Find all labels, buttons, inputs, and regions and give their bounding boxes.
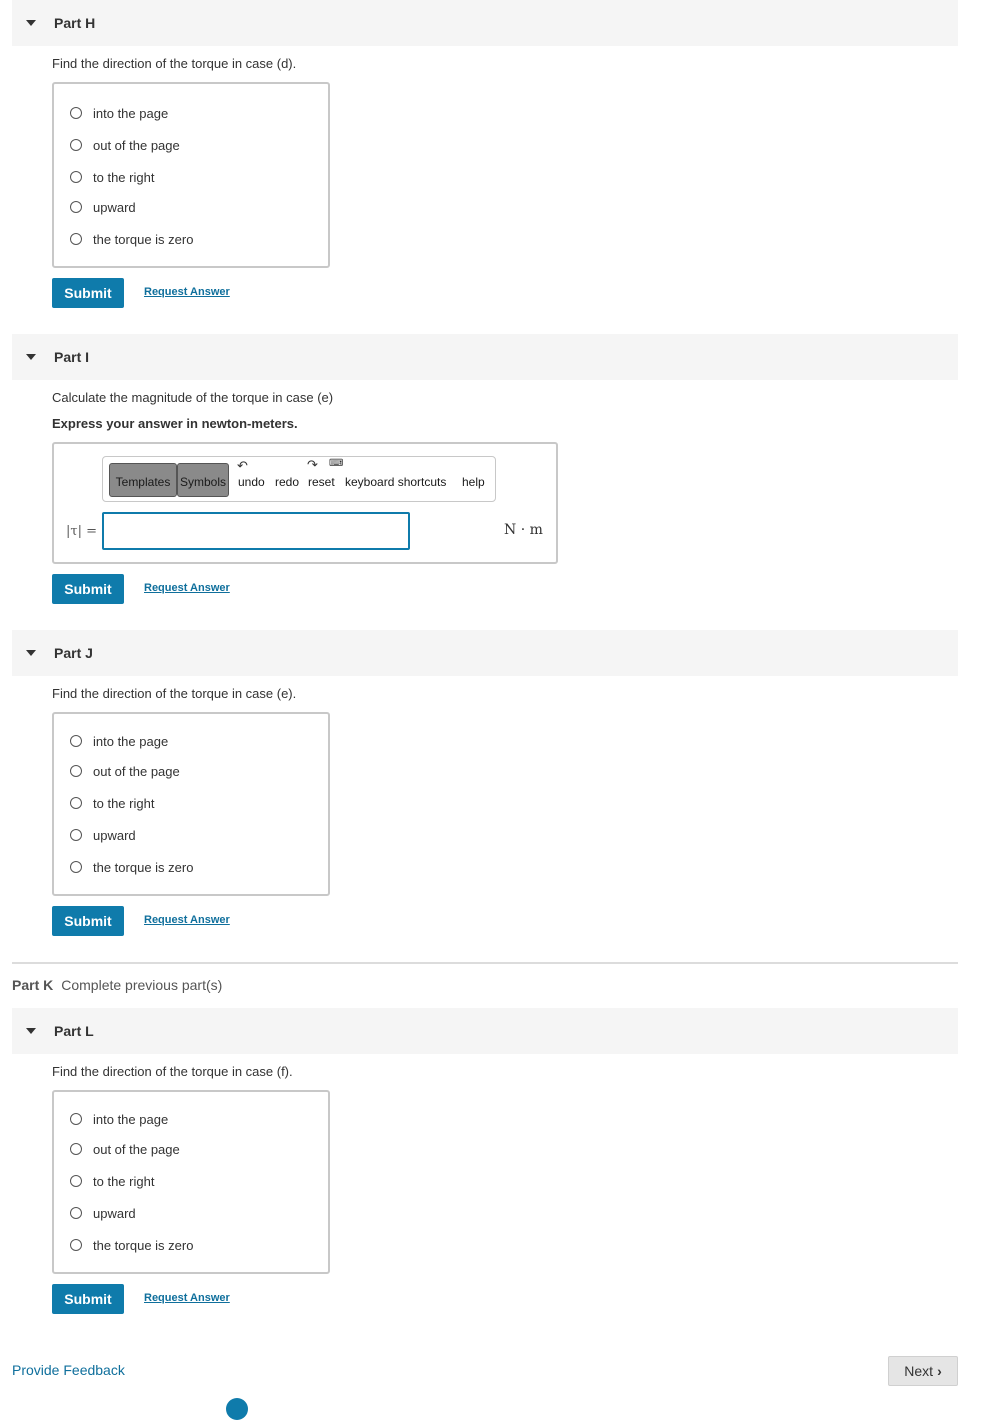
part-j-header[interactable]: Part J bbox=[12, 630, 958, 676]
part-i-request-answer-link[interactable]: Request Answer bbox=[144, 582, 230, 594]
part-h-header[interactable]: Part H bbox=[12, 0, 958, 46]
radio-icon[interactable] bbox=[70, 201, 82, 213]
chevron-right-icon: › bbox=[937, 1363, 942, 1379]
part-h-choices: into the page out of the page to the rig… bbox=[52, 82, 330, 268]
part-l-choice-out[interactable]: out of the page bbox=[70, 1139, 180, 1159]
radio-icon[interactable] bbox=[70, 797, 82, 809]
part-h-choice-zero[interactable]: the torque is zero bbox=[70, 229, 193, 249]
part-h-request-answer-link[interactable]: Request Answer bbox=[144, 286, 230, 298]
radio-icon[interactable] bbox=[70, 829, 82, 841]
part-i-title: Part I bbox=[54, 349, 90, 365]
part-j-choice-zero[interactable]: the torque is zero bbox=[70, 857, 193, 877]
templates-button[interactable]: Templates bbox=[109, 463, 177, 497]
part-l-choice-zero[interactable]: the torque is zero bbox=[70, 1235, 193, 1255]
part-l-header[interactable]: Part L bbox=[12, 1008, 958, 1054]
undo-button[interactable]: undo bbox=[238, 475, 265, 489]
section-divider bbox=[12, 962, 958, 964]
part-j-choice-out[interactable]: out of the page bbox=[70, 761, 180, 781]
tau-magnitude-label: |τ| = bbox=[66, 524, 97, 539]
part-i-instruction: Express your answer in newton-meters. bbox=[52, 416, 298, 431]
answer-box: Templates Symbols ↶ ↷ ⌨ undo redo reset … bbox=[52, 442, 558, 564]
part-i-submit-button[interactable]: Submit bbox=[52, 574, 124, 604]
part-j-choice-into[interactable]: into the page bbox=[70, 731, 168, 751]
math-toolbar: Templates Symbols ↶ ↷ ⌨ undo redo reset … bbox=[102, 456, 496, 502]
radio-icon[interactable] bbox=[70, 171, 82, 183]
part-h-choice-out[interactable]: out of the page bbox=[70, 135, 180, 155]
part-l-choice-into[interactable]: into the page bbox=[70, 1109, 168, 1129]
next-label: Next bbox=[904, 1363, 934, 1379]
radio-icon[interactable] bbox=[70, 1143, 82, 1155]
part-i-prompt: Calculate the magnitude of the torque in… bbox=[52, 390, 334, 405]
part-j-submit-button[interactable]: Submit bbox=[52, 906, 124, 936]
part-j-choices: into the page out of the page to the rig… bbox=[52, 712, 330, 896]
torque-magnitude-input[interactable] bbox=[102, 512, 410, 550]
radio-icon[interactable] bbox=[70, 735, 82, 747]
next-button[interactable]: Next › bbox=[888, 1356, 958, 1386]
collapse-caret-icon[interactable] bbox=[26, 1028, 36, 1034]
radio-icon[interactable] bbox=[70, 233, 82, 245]
part-j-prompt: Find the direction of the torque in case… bbox=[52, 686, 297, 701]
radio-icon[interactable] bbox=[70, 1113, 82, 1125]
part-h-choice-right[interactable]: to the right bbox=[70, 167, 154, 187]
part-j-choice-upward[interactable]: upward bbox=[70, 825, 136, 845]
reset-button[interactable]: reset bbox=[308, 475, 335, 489]
radio-icon[interactable] bbox=[70, 139, 82, 151]
part-l-choice-upward[interactable]: upward bbox=[70, 1203, 136, 1223]
radio-icon[interactable] bbox=[70, 1207, 82, 1219]
symbols-button[interactable]: Symbols bbox=[177, 463, 229, 497]
part-h-choice-upward[interactable]: upward bbox=[70, 197, 136, 217]
part-l-title: Part L bbox=[54, 1023, 94, 1039]
keyboard-shortcuts-button[interactable]: keyboard shortcuts bbox=[345, 475, 446, 489]
collapse-caret-icon[interactable] bbox=[26, 354, 36, 360]
help-button[interactable]: help bbox=[462, 475, 485, 489]
part-j-title: Part J bbox=[54, 645, 93, 661]
part-k-title: Part K bbox=[12, 977, 54, 993]
radio-icon[interactable] bbox=[70, 1239, 82, 1251]
part-l-prompt: Find the direction of the torque in case… bbox=[52, 1064, 293, 1079]
radio-icon[interactable] bbox=[70, 1175, 82, 1187]
part-h-prompt: Find the direction of the torque in case… bbox=[52, 56, 297, 71]
part-h-choice-into[interactable]: into the page bbox=[70, 103, 168, 123]
collapse-caret-icon[interactable] bbox=[26, 20, 36, 26]
part-l-choices: into the page out of the page to the rig… bbox=[52, 1090, 330, 1274]
radio-icon[interactable] bbox=[70, 107, 82, 119]
part-i-header[interactable]: Part I bbox=[12, 334, 958, 380]
radio-icon[interactable] bbox=[70, 765, 82, 777]
part-h-title: Part H bbox=[54, 15, 96, 31]
collapse-caret-icon[interactable] bbox=[26, 650, 36, 656]
part-l-choice-right[interactable]: to the right bbox=[70, 1171, 154, 1191]
provide-feedback-link[interactable]: Provide Feedback bbox=[12, 1362, 125, 1378]
help-bubble-icon[interactable] bbox=[226, 1398, 248, 1420]
redo-button[interactable]: redo bbox=[275, 475, 299, 489]
units-label: N · m bbox=[504, 522, 543, 538]
part-j-choice-right[interactable]: to the right bbox=[70, 793, 154, 813]
part-k-status: Complete previous part(s) bbox=[61, 977, 223, 993]
part-j-request-answer-link[interactable]: Request Answer bbox=[144, 914, 230, 926]
radio-icon[interactable] bbox=[70, 861, 82, 873]
part-h-submit-button[interactable]: Submit bbox=[52, 278, 124, 308]
undo-icon: ↶ bbox=[237, 458, 248, 473]
part-l-submit-button[interactable]: Submit bbox=[52, 1284, 124, 1314]
keyboard-icon: ⌨ bbox=[329, 458, 344, 469]
part-k-row: Part K Complete previous part(s) bbox=[12, 977, 222, 993]
part-l-request-answer-link[interactable]: Request Answer bbox=[144, 1292, 230, 1304]
redo-icon: ↷ bbox=[307, 457, 318, 472]
